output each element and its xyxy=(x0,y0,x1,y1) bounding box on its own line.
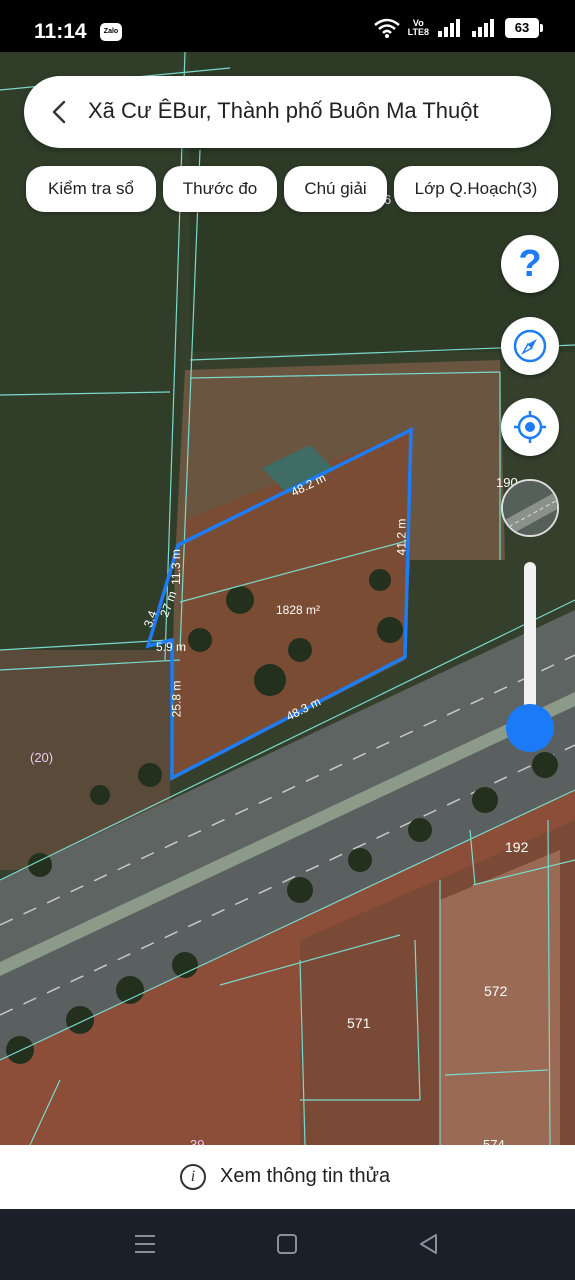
parcel-number-572: 572 xyxy=(484,983,508,999)
volte-icon: Vo LTE8 xyxy=(408,19,429,37)
system-nav-bar xyxy=(0,1209,575,1280)
status-time: 11:14 xyxy=(34,20,87,43)
edge-label-small: 5.9 m xyxy=(156,640,187,654)
back-icon[interactable] xyxy=(416,1231,442,1257)
edge-label-right: 41.2 m xyxy=(394,518,409,556)
back-arrow-icon[interactable] xyxy=(46,98,74,126)
locate-button[interactable] xyxy=(501,398,559,456)
info-icon: i xyxy=(180,1164,206,1190)
parcel-info-label[interactable]: Xem thông tin thửa xyxy=(220,1165,390,1188)
zalo-icon: Zalo xyxy=(100,23,122,41)
menu-icon[interactable] xyxy=(132,1231,158,1257)
compass-button[interactable] xyxy=(501,317,559,375)
help-icon: ? xyxy=(518,242,542,285)
parcel-number-192: 192 xyxy=(505,839,529,855)
battery-icon: 63 xyxy=(505,18,543,38)
parcel-number-574: 574 xyxy=(483,1137,505,1145)
chip-legend[interactable]: Chú giải xyxy=(284,166,387,212)
home-icon[interactable] xyxy=(274,1231,300,1257)
status-bar: 11:14 Zalo Vo LTE8 63 xyxy=(0,0,575,52)
parcel-info-bar[interactable]: i Xem thông tin thửa xyxy=(0,1145,575,1209)
wifi-icon xyxy=(373,18,400,38)
chip-ruler[interactable]: Thước đo xyxy=(163,166,277,212)
parcel-number-20: (20) xyxy=(30,750,54,765)
edge-label-upper-left: 11.3 m xyxy=(168,549,183,585)
location-search-bar[interactable]: Xã Cư ÊBur, Thành phố Buôn Ma Thuột xyxy=(24,76,551,148)
zoom-slider-thumb[interactable] xyxy=(506,704,554,752)
status-icons: Vo LTE8 63 xyxy=(373,18,543,38)
satellite-map[interactable]: 48.2 m 41.2 m 48.3 m 25.8 m 5.9 m 3.4 27… xyxy=(0,52,575,1145)
help-button[interactable]: ? xyxy=(501,235,559,293)
signal-icon xyxy=(438,19,460,37)
map-canvas[interactable] xyxy=(0,52,575,1145)
parcel-number-39: 39 xyxy=(190,1137,205,1145)
volte-bottom: LTE8 xyxy=(407,27,429,37)
edge-label-left: 25.8 m xyxy=(169,680,184,718)
chip-planning-layer[interactable]: Lớp Q.Hoạch(3) xyxy=(394,166,558,212)
area-label: 1828 m² xyxy=(276,603,321,617)
compass-icon xyxy=(513,329,547,363)
map-layer-thumbnail[interactable] xyxy=(501,479,559,537)
locate-icon xyxy=(514,411,546,443)
chip-check-book[interactable]: Kiểm tra sổ xyxy=(26,166,156,212)
signal-icon-2 xyxy=(472,19,494,37)
location-title[interactable]: Xã Cư ÊBur, Thành phố Buôn Ma Thuột xyxy=(88,98,479,124)
parcel-number-571: 571 xyxy=(347,1015,371,1031)
